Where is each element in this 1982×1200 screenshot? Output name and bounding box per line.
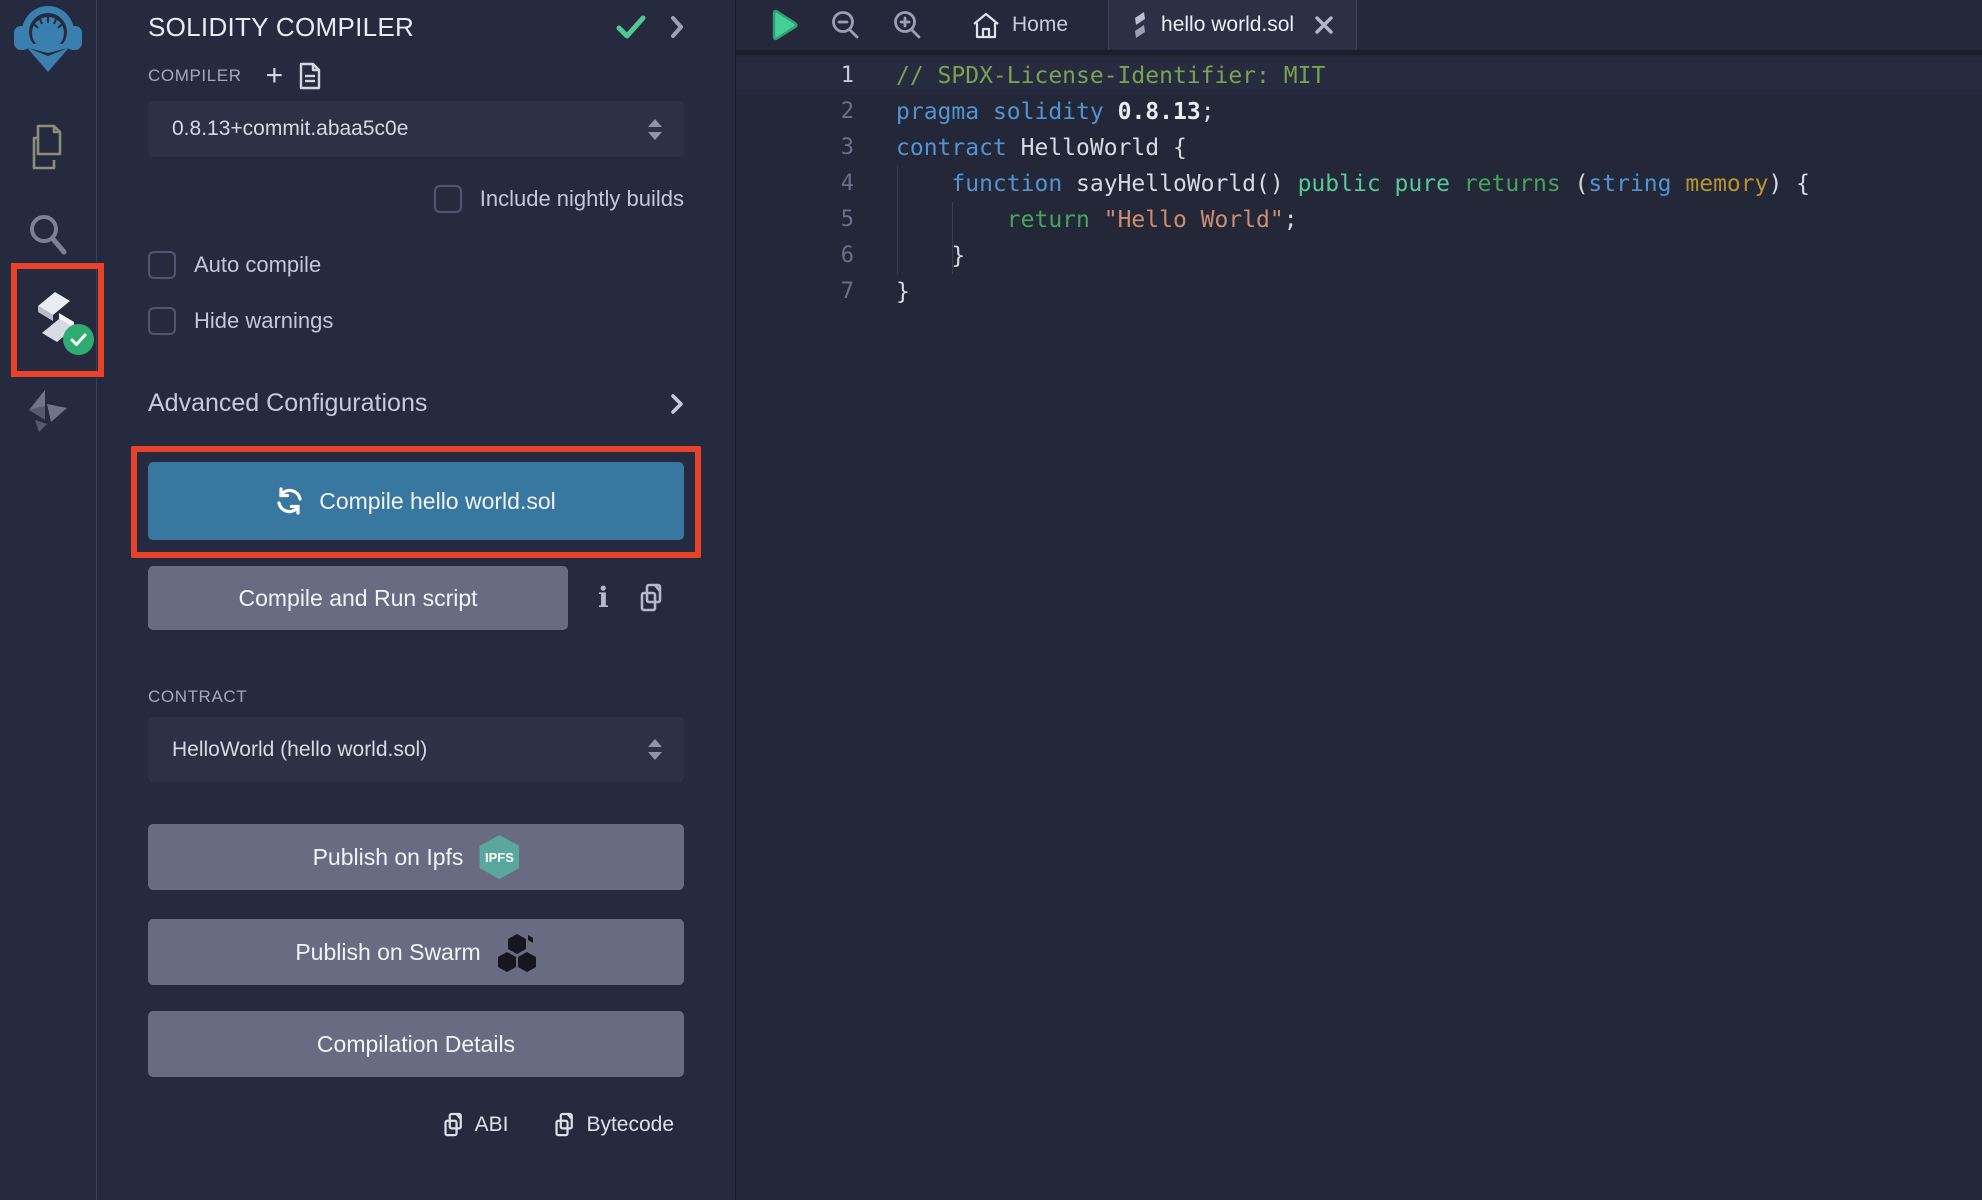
line-number: 4	[736, 166, 854, 202]
line-number: 5	[736, 202, 854, 238]
hide-warnings-label[interactable]: Hide warnings	[194, 308, 333, 334]
compilation-details-label: Compilation Details	[317, 1031, 515, 1058]
code-editor[interactable]: 1// SPDX-License-Identifier: MIT2pragma …	[736, 55, 1982, 1200]
contract-label: CONTRACT	[148, 687, 247, 707]
tab-file-label: hello world.sol	[1161, 13, 1294, 37]
line-number: 7	[736, 274, 854, 310]
editor-topbar: Home hello world.sol	[736, 0, 1982, 50]
code-line[interactable]: 3contract HelloWorld {	[736, 130, 1982, 166]
panel-chevron-right-icon[interactable]	[670, 15, 684, 39]
panel-header: SOLIDITY COMPILER	[148, 12, 684, 42]
solidity-compiler-panel: SOLIDITY COMPILER COMPILER +	[97, 0, 735, 1200]
line-number: 2	[736, 94, 854, 130]
chevron-right-icon	[670, 393, 684, 415]
tab-hello-world-sol[interactable]: hello world.sol	[1108, 0, 1357, 50]
editor-pane: Home hello world.sol 1// SPDX-License-Id…	[735, 0, 1982, 1200]
bytecode-copy-label[interactable]: Bytecode	[586, 1113, 674, 1137]
run-script-icon[interactable]	[770, 9, 798, 41]
code-line[interactable]: 5 return "Hello World";	[736, 202, 1982, 238]
compiler-version-select[interactable]: 0.8.13+commit.abaa5c0e	[148, 101, 684, 157]
line-number: 6	[736, 238, 854, 274]
icon-rail	[0, 0, 97, 1200]
compiler-file-icon[interactable]	[299, 62, 321, 90]
tab-home[interactable]: Home	[950, 0, 1108, 50]
swarm-icon	[497, 932, 537, 972]
publish-ipfs-button[interactable]: Publish on Ipfs IPFS	[148, 824, 684, 890]
compile-success-badge-icon	[63, 324, 94, 355]
panel-title: SOLIDITY COMPILER	[148, 12, 616, 43]
code-lines: 1// SPDX-License-Identifier: MIT2pragma …	[736, 58, 1982, 310]
code-line[interactable]: 1// SPDX-License-Identifier: MIT	[736, 58, 1982, 94]
nightly-builds-checkbox[interactable]	[434, 185, 462, 213]
copy-icon[interactable]	[639, 583, 665, 613]
copy-abi-icon[interactable]	[443, 1112, 465, 1138]
advanced-configurations-label: Advanced Configurations	[148, 389, 427, 418]
compiler-label: COMPILER	[148, 66, 242, 86]
hide-warnings-checkbox[interactable]	[148, 307, 176, 335]
copy-bytecode-icon[interactable]	[554, 1112, 576, 1138]
contract-select[interactable]: HelloWorld (hello world.sol)	[148, 717, 684, 782]
code-line[interactable]: 6 }	[736, 238, 1982, 274]
home-icon	[972, 12, 1000, 39]
line-number: 3	[736, 130, 854, 166]
auto-compile-checkbox[interactable]	[148, 251, 176, 279]
compile-and-run-button[interactable]: Compile and Run script	[148, 566, 568, 630]
line-number: 1	[736, 58, 854, 94]
compiler-section-header: COMPILER +	[148, 64, 684, 88]
zoom-out-icon[interactable]	[830, 10, 860, 40]
select-arrows-icon	[648, 119, 662, 140]
code-line[interactable]: 4 function sayHelloWorld() public pure r…	[736, 166, 1982, 202]
publish-swarm-button[interactable]: Publish on Swarm	[148, 919, 684, 985]
close-icon[interactable]	[1314, 15, 1334, 35]
compile-and-run-label: Compile and Run script	[238, 585, 477, 612]
compile-success-check-icon	[616, 15, 646, 40]
compile-button[interactable]: Compile hello world.sol	[148, 462, 684, 540]
code-line[interactable]: 2pragma solidity 0.8.13;	[736, 94, 1982, 130]
deploy-run-icon[interactable]	[25, 386, 69, 434]
compiler-version-value: 0.8.13+commit.abaa5c0e	[172, 117, 648, 141]
contract-select-value: HelloWorld (hello world.sol)	[172, 738, 648, 762]
file-explorer-icon[interactable]	[26, 124, 70, 170]
remix-ide-window: SOLIDITY COMPILER COMPILER +	[0, 0, 1982, 1200]
compile-button-label: Compile hello world.sol	[319, 488, 556, 515]
nightly-builds-label[interactable]: Include nightly builds	[480, 186, 684, 212]
search-icon[interactable]	[26, 212, 68, 256]
compilation-details-button[interactable]: Compilation Details	[148, 1011, 684, 1077]
add-compiler-icon[interactable]: +	[266, 64, 284, 88]
ipfs-icon: IPFS	[479, 835, 519, 879]
advanced-configurations-toggle[interactable]: Advanced Configurations	[148, 388, 684, 419]
select-arrows-icon	[648, 739, 662, 760]
zoom-in-icon[interactable]	[892, 10, 922, 40]
solidity-compiler-icon[interactable]	[30, 289, 82, 347]
refresh-icon	[276, 487, 303, 515]
auto-compile-label[interactable]: Auto compile	[194, 252, 321, 278]
publish-swarm-label: Publish on Swarm	[295, 939, 480, 966]
code-line[interactable]: 7}	[736, 274, 1982, 310]
compile-button-highlight-box: Compile hello world.sol	[131, 446, 701, 558]
abi-copy-label[interactable]: ABI	[475, 1113, 509, 1137]
info-icon[interactable]: i	[598, 584, 609, 612]
tab-home-label: Home	[1012, 13, 1068, 37]
solidity-file-icon	[1131, 12, 1149, 38]
remix-logo[interactable]	[12, 4, 84, 74]
publish-ipfs-label: Publish on Ipfs	[313, 844, 464, 871]
